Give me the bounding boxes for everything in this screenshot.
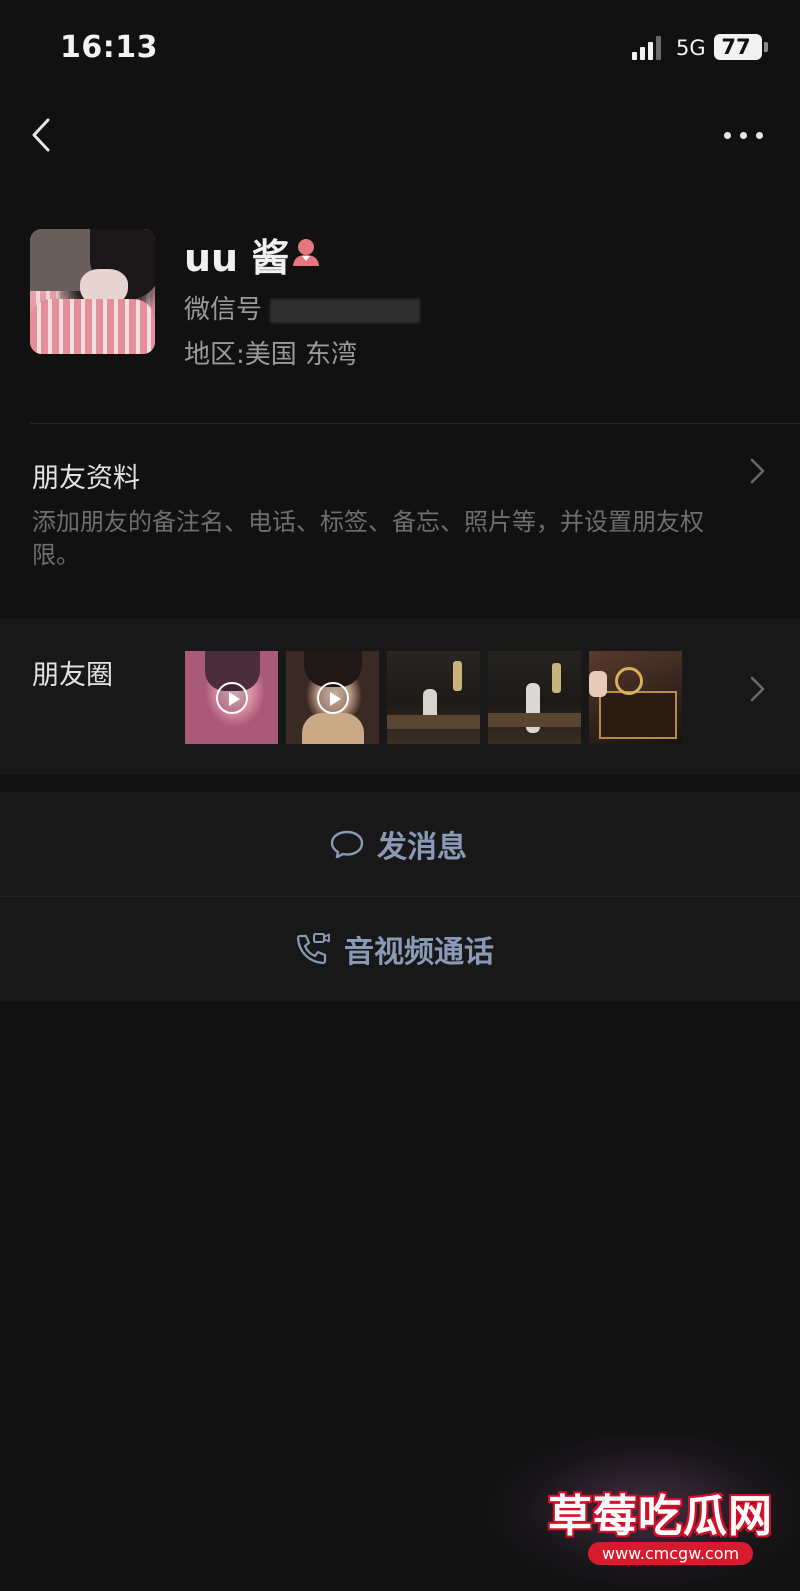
watermark: 草莓吃瓜网 www.cmcgw.com (478, 1420, 800, 1591)
chevron-left-icon (32, 118, 50, 152)
watermark-url: www.cmcgw.com (588, 1542, 754, 1565)
play-icon (317, 682, 349, 714)
friend-info-title: 朋友资料 (32, 463, 140, 494)
play-icon (216, 682, 248, 714)
moments-thumbnail[interactable] (387, 651, 480, 744)
region-label: 地区: (184, 340, 245, 370)
battery-icon: 77 (714, 34, 762, 60)
video-call-label: 音视频通话 (344, 935, 494, 970)
chevron-right-icon (750, 676, 765, 702)
wechat-id: 微信号 (184, 289, 421, 326)
status-bar: 16:13 5G 77 (0, 0, 800, 96)
watermark-title: 草莓吃瓜网 (548, 1491, 773, 1542)
back-button[interactable] (26, 110, 66, 160)
chat-bubble-icon (330, 830, 364, 859)
more-dot-icon (756, 132, 763, 139)
moments-thumbnail[interactable] (589, 651, 682, 744)
region-value: 美国 东湾 (244, 340, 358, 370)
moments-title: 朋友圈 (32, 660, 113, 691)
moments-thumbnail[interactable] (286, 651, 379, 744)
wechat-id-redacted (270, 298, 421, 323)
moments-thumbnail[interactable] (185, 651, 278, 744)
send-message-button[interactable]: 发消息 (0, 792, 800, 896)
wechat-id-label: 微信号 (184, 295, 263, 325)
status-time: 16:13 (60, 30, 158, 65)
moments-thumbnail[interactable] (488, 651, 581, 744)
battery-tip (764, 42, 768, 52)
video-call-button[interactable]: 音视频通话 (0, 897, 800, 1001)
more-button[interactable] (722, 118, 772, 152)
friend-info-cell[interactable]: 朋友资料 添加朋友的备注名、电话、标签、备忘、照片等，并设置朋友权限。 (0, 424, 800, 602)
battery-level: 77 (721, 35, 751, 59)
phone-video-icon (296, 933, 330, 965)
chevron-right-icon (750, 458, 765, 484)
region: 地区:美国 东湾 (184, 334, 357, 371)
network-type: 5G (676, 36, 706, 60)
signal-icon (632, 36, 666, 60)
more-dot-icon (724, 132, 731, 139)
nickname: uu 酱 (184, 236, 290, 280)
send-message-label: 发消息 (377, 830, 467, 865)
more-dot-icon (740, 132, 747, 139)
female-gender-icon (293, 239, 319, 266)
avatar[interactable] (30, 229, 155, 354)
friend-info-description: 添加朋友的备注名、电话、标签、备忘、照片等，并设置朋友权限。 (32, 508, 704, 569)
